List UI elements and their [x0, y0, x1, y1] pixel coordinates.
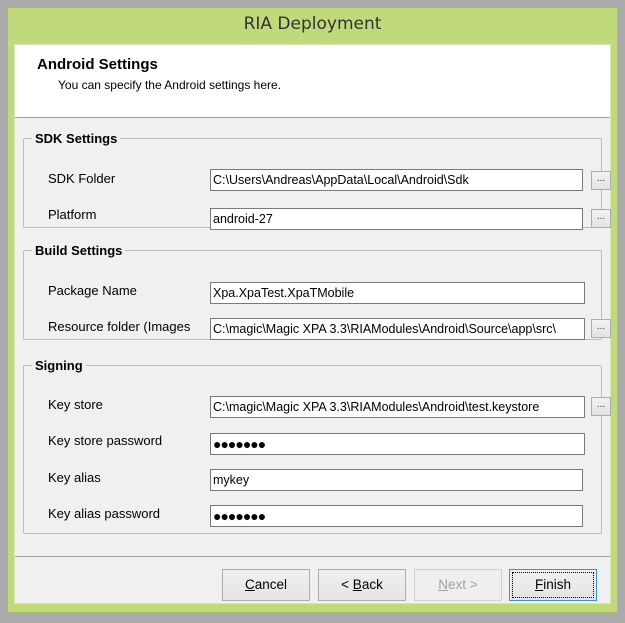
window-title: RIA Deployment: [243, 14, 382, 34]
resource-folder-browse-button[interactable]: ...: [591, 319, 611, 338]
resource-folder-label: Resource folder (Images: [48, 319, 191, 334]
package-name-label: Package Name: [48, 283, 137, 298]
key-store-password-label: Key store password: [48, 433, 163, 448]
cancel-label: Cancel: [244, 577, 288, 592]
platform-input[interactable]: android-27: [210, 208, 583, 230]
key-alias-password-input[interactable]: ●●●●●●●: [210, 505, 583, 527]
build-settings-group: Build Settings Package Name Xpa.XpaTest.…: [23, 243, 611, 340]
cancel-button[interactable]: Cancel: [222, 569, 310, 601]
package-name-input[interactable]: Xpa.XpaTest.XpaTMobile: [210, 282, 585, 304]
key-alias-label: Key alias: [48, 470, 101, 485]
key-store-input[interactable]: C:\magic\Magic XPA 3.3\RIAModules\Androi…: [210, 396, 585, 418]
key-store-browse-button[interactable]: ...: [591, 397, 611, 416]
sdk-folder-input[interactable]: C:\Users\Andreas\AppData\Local\Android\S…: [210, 169, 583, 191]
signing-legend: Signing: [35, 358, 83, 373]
page-header: Android Settings You can specify the And…: [15, 45, 610, 118]
page-title: Android Settings: [37, 56, 158, 73]
sdk-settings-group: SDK Settings SDK Folder C:\Users\Andreas…: [23, 131, 611, 230]
key-store-password-input[interactable]: ●●●●●●●: [210, 433, 585, 455]
finish-label: Finish: [512, 572, 594, 598]
key-store-label: Key store: [48, 397, 103, 412]
next-label: Next >: [438, 577, 478, 592]
build-settings-legend: Build Settings: [35, 243, 123, 258]
key-alias-input[interactable]: mykey: [210, 469, 583, 491]
resource-folder-input[interactable]: C:\magic\Magic XPA 3.3\RIAModules\Androi…: [210, 318, 585, 340]
platform-browse-button[interactable]: ...: [591, 209, 611, 228]
next-button[interactable]: Next >: [414, 569, 502, 601]
page-subtitle: You can specify the Android settings her…: [58, 78, 282, 92]
platform-label: Platform: [48, 207, 97, 222]
signing-group: Signing Key store C:\magic\Magic XPA 3.3…: [23, 358, 611, 534]
footer-divider: [15, 556, 610, 557]
sdk-settings-legend: SDK Settings: [35, 131, 118, 146]
dialog-window: RIA Deployment Android Settings You can …: [7, 7, 618, 613]
finish-button[interactable]: Finish: [509, 569, 597, 601]
key-alias-password-label: Key alias password: [48, 506, 160, 521]
sdk-folder-label: SDK Folder: [48, 171, 116, 186]
back-label: < Back: [341, 577, 383, 592]
back-button[interactable]: < Back: [318, 569, 406, 601]
dialog-body: Android Settings You can specify the And…: [14, 44, 611, 604]
sdk-folder-browse-button[interactable]: ...: [591, 171, 611, 190]
